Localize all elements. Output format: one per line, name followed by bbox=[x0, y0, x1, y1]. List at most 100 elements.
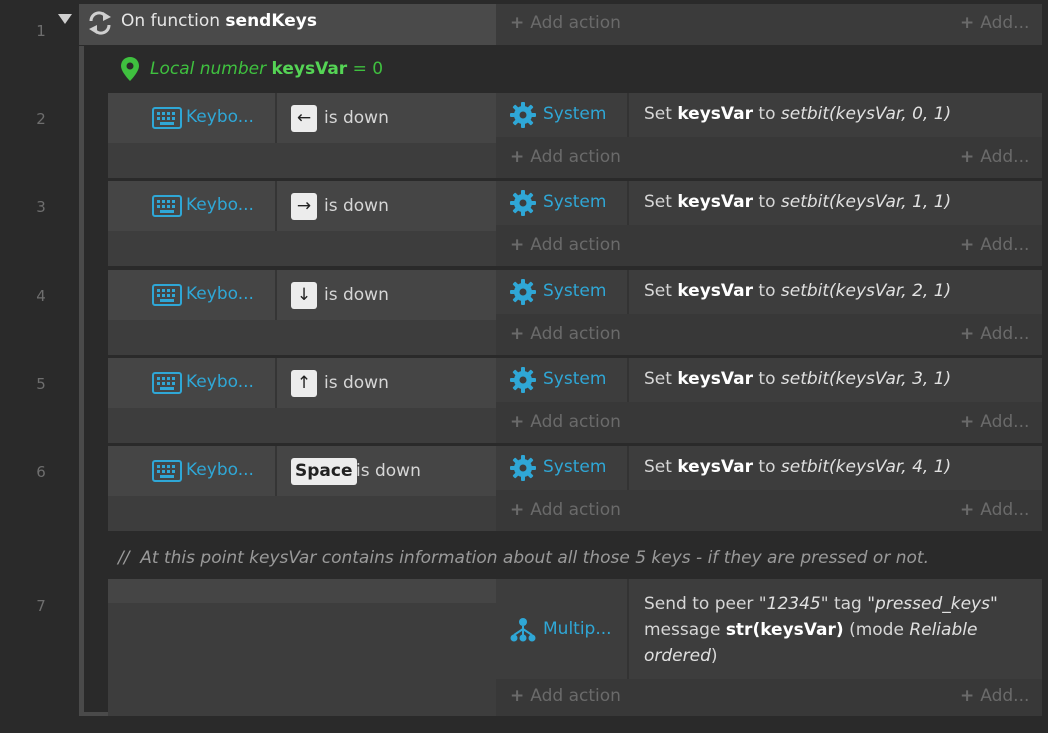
condition-row[interactable]: Keybo... ↑ is down bbox=[108, 358, 496, 408]
action-row[interactable]: System Set keysVar to setbit(keysVar, 2,… bbox=[496, 270, 1042, 314]
add-action-button[interactable]: + Add action bbox=[510, 412, 621, 432]
keyboard-object-label: Keybo... bbox=[186, 284, 254, 304]
plus-icon: + bbox=[960, 500, 975, 520]
system-object-label: System bbox=[543, 369, 607, 389]
keyboard-icon bbox=[152, 107, 182, 129]
add-more-button[interactable]: + Add... bbox=[960, 13, 1029, 33]
add-more-button[interactable]: + Add... bbox=[960, 324, 1029, 344]
plus-icon: + bbox=[510, 500, 525, 520]
action-row[interactable]: System Set keysVar to setbit(keysVar, 1,… bbox=[496, 181, 1042, 225]
action-area: System Set keysVar to setbit(keysVar, 0,… bbox=[496, 93, 1042, 178]
gear-icon bbox=[510, 102, 536, 128]
add-action-button[interactable]: + Add action bbox=[510, 147, 621, 167]
gear-icon bbox=[510, 279, 536, 305]
keyboard-object-label: Keybo... bbox=[186, 195, 254, 215]
event-row[interactable]: Keybo... → is down System Set keysVar to… bbox=[108, 181, 1042, 266]
keyboard-icon bbox=[152, 372, 182, 394]
comment-row[interactable]: // At this point keysVar contains inform… bbox=[108, 544, 1042, 576]
function-bracket-end bbox=[79, 712, 108, 716]
condition-text: is down bbox=[324, 285, 389, 305]
key-badge: ↓ bbox=[291, 282, 317, 309]
line-number: 1 bbox=[36, 22, 46, 40]
plus-icon: + bbox=[510, 13, 525, 33]
add-more-button[interactable]: + Add... bbox=[960, 500, 1029, 520]
plus-icon: + bbox=[960, 412, 975, 432]
event-row[interactable]: Keybo... ← is down System Set keysVar to… bbox=[108, 93, 1042, 178]
add-action-button[interactable]: + Add action bbox=[510, 13, 621, 33]
condition-area[interactable]: Keybo... ↓ is down bbox=[108, 270, 496, 355]
event-row[interactable]: Keybo... Space is down System Set keysVa… bbox=[108, 446, 1042, 531]
add-action-button[interactable]: + Add action bbox=[510, 500, 621, 520]
line-number: 2 bbox=[36, 110, 46, 128]
add-action-button[interactable]: + Add action bbox=[510, 324, 621, 344]
key-badge: ← bbox=[291, 105, 317, 132]
gear-icon bbox=[510, 455, 536, 481]
set-variable-action: Set keysVar to setbit(keysVar, 1, 1) bbox=[644, 192, 952, 212]
plus-icon: + bbox=[960, 686, 975, 706]
condition-area[interactable]: Keybo... Space is down bbox=[108, 446, 496, 531]
action-row[interactable]: Multip... Send to peer "12345" tag "pres… bbox=[496, 579, 1042, 679]
gear-icon bbox=[510, 190, 536, 216]
line-number: 3 bbox=[36, 198, 46, 216]
system-object-label: System bbox=[543, 457, 607, 477]
set-variable-action: Set keysVar to setbit(keysVar, 0, 1) bbox=[644, 104, 952, 124]
key-badge: → bbox=[291, 193, 317, 220]
location-pin-icon bbox=[121, 57, 139, 81]
plus-icon: + bbox=[510, 324, 525, 344]
plus-icon: + bbox=[510, 412, 525, 432]
add-more-button[interactable]: + Add... bbox=[960, 147, 1029, 167]
function-title: On function sendKeys bbox=[121, 11, 317, 31]
plus-icon: + bbox=[510, 686, 525, 706]
condition-row[interactable]: Keybo... ↓ is down bbox=[108, 270, 496, 320]
collapse-arrow-icon[interactable] bbox=[58, 14, 72, 24]
add-more-button[interactable]: + Add... bbox=[960, 235, 1029, 255]
add-action-button[interactable]: + Add action bbox=[510, 686, 621, 706]
local-variable-name: keysVar bbox=[271, 59, 348, 79]
line-number: 7 bbox=[36, 597, 46, 615]
action-area: System Set keysVar to setbit(keysVar, 3,… bbox=[496, 358, 1042, 443]
set-variable-action: Set keysVar to setbit(keysVar, 2, 1) bbox=[644, 281, 952, 301]
keyboard-icon bbox=[152, 284, 182, 306]
condition-text: is down bbox=[356, 461, 421, 481]
plus-icon: + bbox=[960, 235, 975, 255]
plus-icon: + bbox=[510, 147, 525, 167]
send-to-peer-action: Send to peer "12345" tag "pressed_keys" … bbox=[644, 594, 998, 666]
action-row[interactable]: System Set keysVar to setbit(keysVar, 3,… bbox=[496, 358, 1042, 402]
add-more-button[interactable]: + Add... bbox=[960, 412, 1029, 432]
keyboard-object-label: Keybo... bbox=[186, 372, 254, 392]
event-row[interactable]: Keybo... ↓ is down System Set keysVar to… bbox=[108, 270, 1042, 355]
condition-area[interactable]: Keybo... → is down bbox=[108, 181, 496, 266]
loop-arrows-icon bbox=[89, 11, 111, 35]
set-variable-action: Set keysVar to setbit(keysVar, 3, 1) bbox=[644, 369, 952, 389]
condition-area[interactable]: Keybo... ← is down bbox=[108, 93, 496, 178]
event-row-multiplayer[interactable]: Multip... Send to peer "12345" tag "pres… bbox=[108, 579, 1042, 716]
plus-icon: + bbox=[510, 235, 525, 255]
keyboard-icon bbox=[152, 195, 182, 217]
system-object-label: System bbox=[543, 281, 607, 301]
local-variable-type: Local number bbox=[150, 59, 267, 79]
condition-row[interactable]: Keybo... Space is down bbox=[108, 446, 496, 496]
keyboard-icon bbox=[152, 460, 182, 482]
key-badge: ↑ bbox=[291, 370, 317, 397]
plus-icon: + bbox=[960, 13, 975, 33]
condition-area[interactable] bbox=[108, 579, 496, 716]
event-row[interactable]: Keybo... ↑ is down System Set keysVar to… bbox=[108, 358, 1042, 443]
action-row[interactable]: System Set keysVar to setbit(keysVar, 4,… bbox=[496, 446, 1042, 490]
system-object-label: System bbox=[543, 104, 607, 124]
plus-icon: + bbox=[960, 147, 975, 167]
function-name: sendKeys bbox=[225, 11, 317, 31]
action-row[interactable]: System Set keysVar to setbit(keysVar, 0,… bbox=[496, 93, 1042, 137]
multiplayer-network-icon bbox=[510, 618, 536, 642]
condition-text: is down bbox=[324, 196, 389, 216]
keyboard-object-label: Keybo... bbox=[186, 107, 254, 127]
function-prefix: On function bbox=[121, 11, 221, 31]
condition-area[interactable]: Keybo... ↑ is down bbox=[108, 358, 496, 443]
condition-row[interactable]: Keybo... ← is down bbox=[108, 93, 496, 143]
add-more-button[interactable]: + Add... bbox=[960, 686, 1029, 706]
gear-icon bbox=[510, 367, 536, 393]
add-action-button[interactable]: + Add action bbox=[510, 235, 621, 255]
plus-icon: + bbox=[960, 324, 975, 344]
local-variable[interactable]: Local number keysVar = 0 bbox=[150, 59, 383, 79]
action-area: Multip... Send to peer "12345" tag "pres… bbox=[496, 579, 1042, 716]
condition-row[interactable]: Keybo... → is down bbox=[108, 181, 496, 231]
